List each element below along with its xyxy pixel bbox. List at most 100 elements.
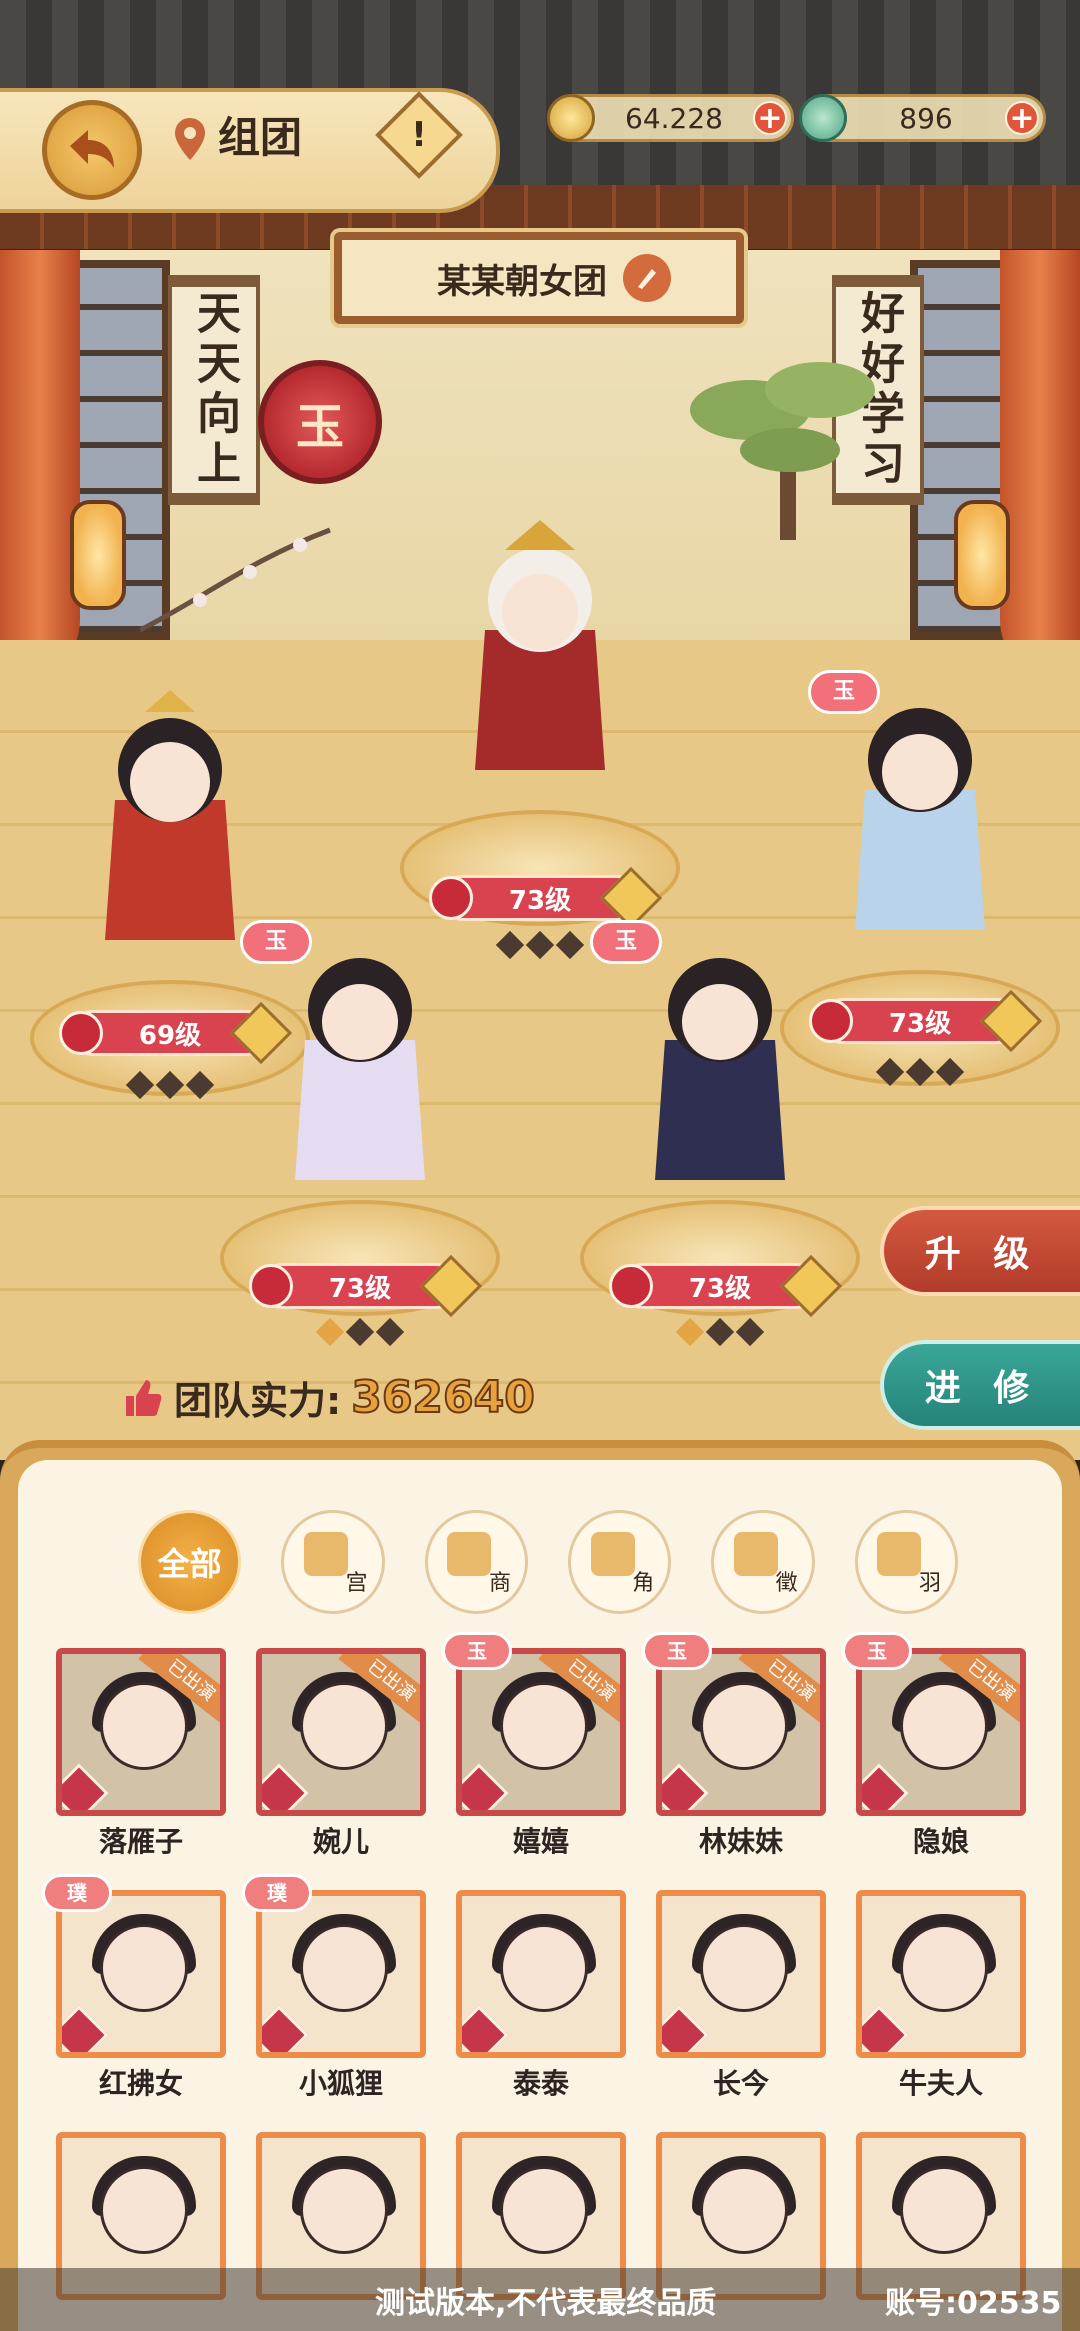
page-title: 组团 — [218, 113, 303, 162]
watermark-bar: 测试版本,不代表最终品质 账号:02535 — [0, 2268, 1080, 2331]
character-card[interactable]: 长今 — [656, 1890, 826, 2100]
brush-icon — [638, 269, 656, 289]
instrument-type-icon — [462, 1763, 509, 1810]
card-name: 红拂女 — [98, 2067, 183, 2100]
team-name: 某某朝女团 — [437, 261, 607, 302]
rank-tag: 玉 — [442, 1632, 512, 1670]
filter-yu[interactable]: 羽 — [854, 1510, 958, 1614]
lantern-icon — [70, 500, 126, 610]
stage-character-4[interactable]: 玉 73级 — [220, 920, 500, 1350]
star-rating — [310, 1317, 410, 1347]
level-label: 73级 — [328, 1273, 392, 1304]
character-card[interactable]: 牛夫人 — [856, 1890, 1026, 2100]
filter-jue[interactable]: 角 — [567, 1510, 672, 1614]
team-rank-badge: 玉 — [258, 360, 382, 484]
instrument-type-icon — [862, 2005, 909, 2052]
character-grid: 已出演 落雁子 已出演 婉儿 已出演 玉 嬉嬉 已出演 玉 林妹妹 已出演 玉 … — [42, 1632, 1036, 2331]
filter-shang[interactable]: 商 — [424, 1510, 528, 1614]
bonsai-icon — [690, 362, 875, 540]
watermark-text: 测试版本,不代表最终品质 — [375, 2285, 717, 2321]
character-card[interactable]: 已出演 玉 隐娘 — [842, 1632, 1026, 1858]
filter-zhi[interactable]: 徵 — [711, 1510, 815, 1614]
filter-gong[interactable]: 宫 — [281, 1510, 385, 1614]
info-glyph: ! — [411, 115, 427, 155]
instrument-icon — [249, 1264, 293, 1308]
filter-all[interactable]: 全部 — [138, 1510, 242, 1614]
banner-left: 天天向上 — [168, 275, 260, 505]
instrument-type-icon — [462, 2005, 509, 2052]
jade-icon — [799, 94, 847, 142]
card-name: 小狐狸 — [298, 2067, 383, 2100]
drum-icon — [303, 1532, 348, 1576]
flute-icon — [590, 1532, 635, 1576]
level-label: 73级 — [688, 1273, 752, 1304]
level-bar: 73级 — [249, 1254, 483, 1318]
instrument-type-icon — [862, 1763, 909, 1810]
curtain-left — [0, 250, 80, 680]
character-card[interactable]: 已出演 婉儿 — [256, 1648, 426, 1858]
character-card[interactable]: 璞 红拂女 — [42, 1874, 226, 2100]
team-name-plaque: 某某朝女团 — [334, 232, 744, 324]
rank-tag: 璞 — [42, 1874, 112, 1912]
bell-icon — [447, 1532, 492, 1576]
instrument-type-icon — [62, 1763, 109, 1810]
plum-branch-icon — [140, 527, 331, 633]
card-portrait — [56, 1890, 226, 2058]
back-button[interactable] — [42, 100, 142, 200]
lantern-icon — [954, 500, 1010, 610]
train-button[interactable]: 进 修 — [880, 1340, 1080, 1430]
instrument-icon — [609, 1264, 653, 1308]
level-bar: 73级 — [429, 866, 663, 930]
rank-tag: 玉 — [642, 1632, 712, 1670]
jade-counter: 896 + — [799, 94, 1046, 142]
rank-tag: 玉 — [842, 1632, 912, 1670]
level-label: 73级 — [888, 1008, 952, 1039]
card-portrait: 已出演 — [456, 1648, 626, 1816]
location-pin-icon — [175, 118, 205, 160]
card-portrait: 已出演 — [56, 1648, 226, 1816]
team-power: 团队实力: 362640 — [120, 1370, 536, 1425]
level-label: 73级 — [508, 885, 572, 916]
card-portrait — [256, 1890, 426, 2058]
character-card[interactable]: 已出演 玉 林妹妹 — [642, 1632, 826, 1858]
coin-icon — [547, 94, 595, 142]
instrument-type-icon — [662, 1763, 709, 1810]
character-figure — [855, 708, 985, 930]
character-figure — [105, 690, 235, 940]
add-coin-button[interactable]: + — [753, 101, 787, 135]
character-figure — [655, 958, 785, 1180]
add-jade-button[interactable]: + — [1005, 101, 1039, 135]
star-rating — [120, 1070, 220, 1100]
card-name: 隐娘 — [912, 1825, 969, 1858]
stage-character-2[interactable]: 73级 — [400, 520, 680, 960]
star-rating — [490, 930, 590, 960]
power-value: 362640 — [350, 1371, 536, 1424]
card-portrait — [856, 1890, 1026, 2058]
card-portrait: 已出演 — [856, 1648, 1026, 1816]
card-name: 婉儿 — [312, 1825, 369, 1858]
card-portrait: 已出演 — [656, 1648, 826, 1816]
level-bar: 73级 — [609, 1254, 843, 1318]
card-name: 长今 — [712, 2067, 769, 2100]
instrument-icon — [59, 1011, 103, 1055]
character-card[interactable]: 已出演 落雁子 — [56, 1648, 226, 1858]
character-figure — [475, 520, 605, 770]
upgrade-button[interactable]: 升 级 — [880, 1206, 1080, 1296]
character-card[interactable]: 璞 小狐狸 — [242, 1874, 426, 2100]
instrument-type-icon — [262, 1763, 309, 1810]
edit-name-button[interactable] — [623, 254, 671, 302]
card-name: 泰泰 — [512, 2067, 569, 2100]
power-label: 团队实力: — [174, 1379, 342, 1423]
card-portrait: 已出演 — [256, 1648, 426, 1816]
stage-character-5[interactable]: 玉 73级 — [580, 920, 860, 1350]
card-name: 嬉嬉 — [512, 1825, 569, 1858]
account-id: 账号:02535 — [885, 2285, 1062, 2321]
character-card[interactable]: 泰泰 — [456, 1890, 626, 2100]
instrument-type-icon — [262, 2005, 309, 2052]
character-card[interactable]: 已出演 玉 嬉嬉 — [442, 1632, 626, 1858]
back-arrow-icon — [70, 130, 114, 168]
thumbs-up-icon — [126, 1379, 162, 1416]
card-name: 牛夫人 — [898, 2067, 983, 2100]
coin-value: 64.228 — [625, 101, 723, 135]
card-portrait — [656, 1890, 826, 2058]
